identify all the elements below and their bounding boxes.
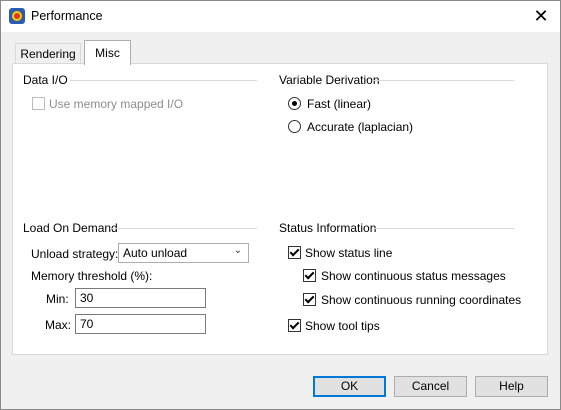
unload-strategy-value: Auto unload [123, 246, 188, 260]
close-icon[interactable]: ✕ [531, 7, 551, 27]
tab-rendering[interactable]: Rendering [15, 43, 81, 64]
title-bar: Performance ✕ [1, 1, 560, 32]
chevron-down-icon: ⌄ [233, 245, 242, 256]
min-threshold-input[interactable]: 30 [75, 288, 206, 308]
app-icon [9, 8, 25, 24]
unload-strategy-select[interactable]: Auto unload ⌄ [118, 243, 249, 263]
cancel-button[interactable]: Cancel [394, 376, 467, 397]
max-threshold-input[interactable]: 70 [75, 314, 206, 334]
window-title: Performance [31, 9, 103, 23]
help-button[interactable]: Help [475, 376, 548, 397]
tab-misc[interactable]: Misc [84, 40, 131, 65]
ok-button[interactable]: OK [313, 376, 386, 397]
misc-tab-panel [12, 63, 548, 355]
